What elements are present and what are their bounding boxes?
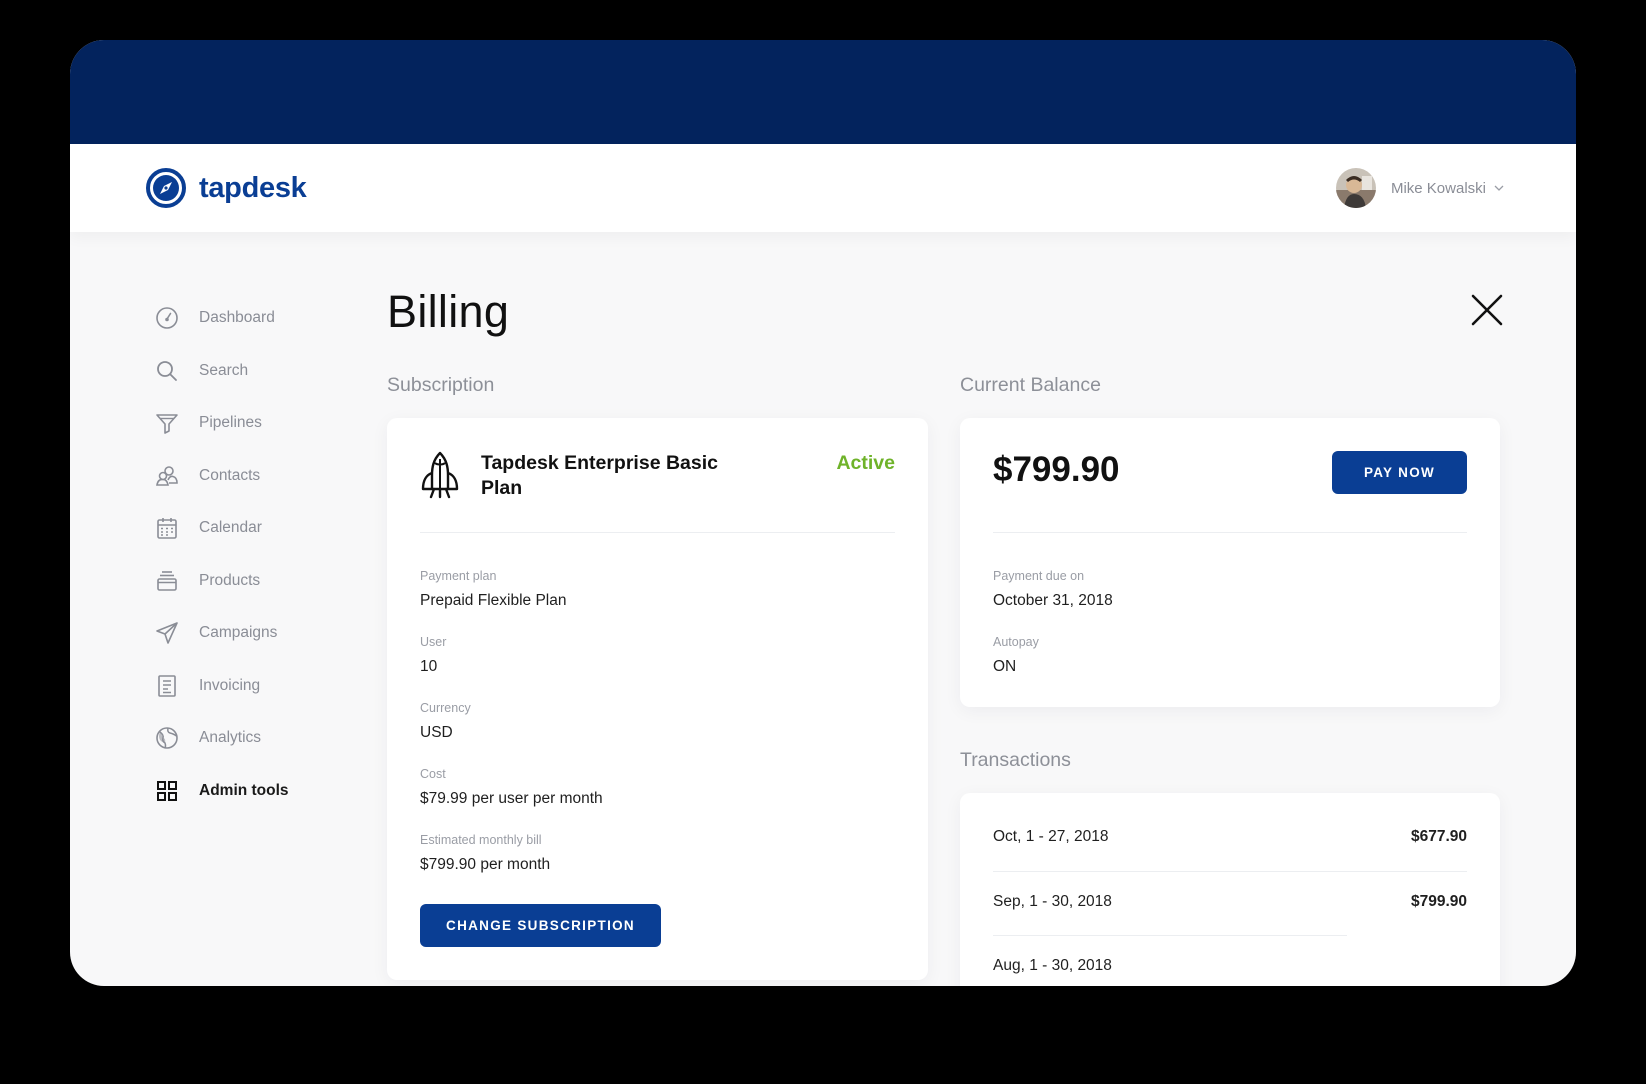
paper-plane-icon: [155, 621, 179, 645]
sidebar-item-label: Pipelines: [199, 414, 262, 432]
estimated-bill-field: Estimated monthly bill $799.90 per month: [420, 832, 550, 875]
sidebar-item-contacts[interactable]: Contacts: [155, 450, 355, 503]
field-value: 10: [420, 658, 438, 675]
field-value: $799.90 per month: [420, 856, 551, 873]
compass-logo-icon: [146, 168, 186, 208]
sidebar-item-label: Analytics: [199, 729, 262, 747]
page-title: Billing: [387, 286, 510, 337]
payment-due-field: Payment due on October 31, 2018: [993, 568, 1113, 611]
pay-now-button[interactable]: PAY NOW: [1332, 451, 1467, 494]
rocket-plan-icon: [421, 451, 459, 499]
divider: [993, 532, 1467, 533]
transaction-amount: $799.90: [1410, 893, 1467, 910]
top-banner: [70, 40, 1576, 144]
status-badge: Active: [836, 452, 895, 474]
avatar[interactable]: [1335, 168, 1376, 208]
sidebar-item-label: Dashboard: [199, 309, 275, 327]
field-label: Estimated monthly bill: [420, 833, 542, 847]
field-value: Prepaid Flexible Plan: [420, 592, 567, 609]
logo[interactable]: tapdesk: [146, 168, 307, 208]
payment-plan-field: Payment plan Prepaid Flexible Plan: [420, 568, 566, 611]
table-row[interactable]: Oct, 1 - 27, 2018 $677.90: [993, 828, 1467, 848]
field-value: October 31, 2018: [993, 592, 1113, 609]
balance-amount: $799.90: [993, 450, 1120, 489]
user-field: User 10: [420, 634, 446, 677]
invoice-icon: [155, 674, 179, 698]
sidebar-item-label: Search: [199, 361, 249, 379]
brand-name: tapdesk: [199, 171, 307, 204]
field-label: User: [420, 635, 447, 649]
field-label: Payment due on: [993, 569, 1085, 583]
sidebar-item-analytics[interactable]: Analytics: [155, 712, 355, 765]
sidebar-item-campaigns[interactable]: Campaigns: [155, 607, 355, 660]
transactions-section-label: Transactions: [960, 749, 1071, 771]
table-row[interactable]: Sep, 1 - 30, 2018 $799.90: [993, 893, 1467, 913]
transaction-range: Oct, 1 - 27, 2018: [993, 828, 1109, 845]
autopay-field: Autopay ON: [993, 634, 1039, 677]
close-icon[interactable]: [1470, 293, 1504, 327]
field-label: Payment plan: [420, 569, 497, 583]
field-label: Cost: [420, 767, 446, 781]
app-window: tapdesk Mike Kowalski Dashboard Search P…: [70, 40, 1576, 986]
sidebar-item-products[interactable]: Products: [155, 555, 355, 608]
field-value: ON: [993, 658, 1017, 675]
sidebar-item-dashboard[interactable]: Dashboard: [155, 292, 355, 345]
calendar-icon: [155, 516, 179, 540]
sidebar-item-label: Calendar: [199, 519, 262, 537]
change-subscription-button[interactable]: CHANGE SUBSCRIPTION: [420, 904, 661, 947]
funnel-icon: [155, 411, 179, 435]
user-menu[interactable]: Mike Kowalski: [1335, 168, 1504, 208]
transaction-range: Aug, 1 - 30, 2018: [993, 957, 1112, 974]
divider: [420, 532, 895, 533]
plan-header: Tapdesk Enterprise Basic Plan Active: [420, 451, 895, 499]
field-label: Currency: [420, 701, 471, 715]
sidebar-item-pipelines[interactable]: Pipelines: [155, 397, 355, 450]
grid-icon: [155, 779, 179, 803]
balance-card: $799.90 PAY NOW Payment due on October 3…: [960, 418, 1500, 707]
sidebar-item-invoicing[interactable]: Invoicing: [155, 660, 355, 713]
chevron-down-icon[interactable]: [1494, 185, 1504, 191]
field-value: $79.99 per user per month: [420, 790, 603, 807]
field-value: USD: [420, 724, 453, 741]
dashboard-gauge-icon: [155, 306, 179, 330]
transaction-amount: $677.90: [1410, 828, 1467, 845]
balance-section-label: Current Balance: [960, 374, 1101, 396]
sidebar-item-label: Products: [199, 571, 261, 589]
sidebar-item-calendar[interactable]: Calendar: [155, 502, 355, 555]
divider: [993, 935, 1347, 936]
app-header: tapdesk Mike Kowalski: [70, 144, 1576, 232]
cost-field: Cost $79.99 per user per month: [420, 766, 603, 809]
avatar-photo-icon: [1335, 168, 1376, 208]
sidebar-item-label: Campaigns: [199, 624, 278, 642]
table-row[interactable]: Aug, 1 - 30, 2018: [993, 957, 1467, 977]
currency-field: Currency USD: [420, 700, 471, 743]
user-name: Mike Kowalski: [1390, 179, 1486, 197]
field-label: Autopay: [993, 635, 1039, 649]
sidebar-item-admin-tools[interactable]: Admin tools: [155, 765, 355, 818]
subscription-section-label: Subscription: [387, 374, 495, 396]
sidebar-item-label: Invoicing: [199, 676, 261, 694]
sidebar-item-label: Contacts: [199, 466, 261, 484]
subscription-card: Tapdesk Enterprise Basic Plan Active Pay…: [387, 418, 928, 980]
search-icon: [155, 359, 179, 383]
transactions-card: Oct, 1 - 27, 2018 $677.90 Sep, 1 - 30, 2…: [960, 793, 1500, 986]
products-stack-icon: [155, 569, 179, 593]
contacts-icon: [155, 464, 179, 488]
plan-name: Tapdesk Enterprise Basic Plan: [481, 452, 718, 499]
sidebar-item-label: Admin tools: [199, 781, 289, 799]
sidebar-item-search[interactable]: Search: [155, 345, 355, 398]
globe-icon: [155, 726, 179, 750]
divider: [993, 871, 1467, 872]
transaction-range: Sep, 1 - 30, 2018: [993, 893, 1112, 910]
sidebar-nav: Dashboard Search Pipelines Contacts Cale…: [155, 292, 355, 817]
